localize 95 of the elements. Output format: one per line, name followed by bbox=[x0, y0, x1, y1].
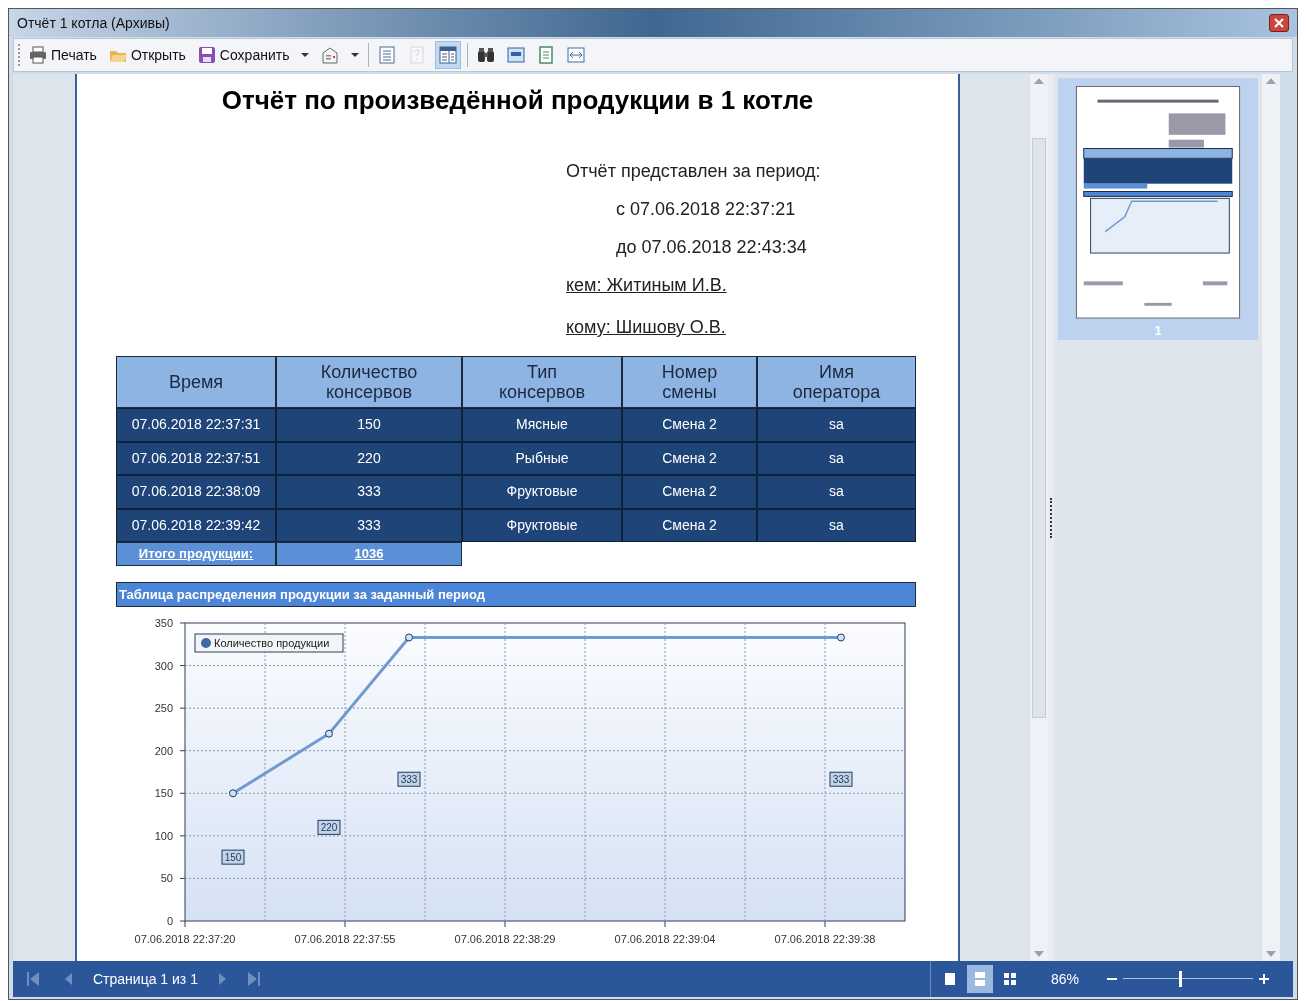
y-tick-label: 100 bbox=[154, 829, 173, 842]
table-cell: sa bbox=[757, 475, 916, 509]
recipient-text: кому: Шишову О.В. bbox=[566, 317, 726, 337]
table-cell: 150 bbox=[276, 408, 462, 442]
slider-thumb[interactable] bbox=[1178, 971, 1182, 987]
thumbnail-scrollbar[interactable] bbox=[1262, 74, 1280, 961]
table-cell: Рыбные bbox=[462, 441, 622, 475]
table-cell: sa bbox=[757, 408, 916, 442]
document-export-icon bbox=[321, 46, 340, 64]
toolbar-button[interactable] bbox=[435, 41, 462, 69]
data-label: 150 bbox=[221, 849, 245, 865]
table-cell: Смена 2 bbox=[622, 408, 757, 442]
y-tick-label: 300 bbox=[154, 659, 173, 672]
data-label: 333 bbox=[829, 771, 853, 787]
window-title: Отчёт 1 котла (Архивы) bbox=[17, 13, 170, 33]
scroll-down-icon[interactable] bbox=[1266, 951, 1276, 957]
data-point bbox=[325, 729, 333, 738]
close-icon bbox=[1274, 18, 1284, 28]
x-tick-label: 07.06.2018 22:37:55 bbox=[294, 933, 396, 945]
y-tick-label: 0 bbox=[166, 915, 173, 927]
table-cell: Смена 2 bbox=[622, 475, 757, 509]
table-cell: 07.06.2018 22:38:09 bbox=[116, 475, 276, 509]
first-page-icon bbox=[27, 972, 39, 986]
y-tick-label: 150 bbox=[154, 787, 173, 800]
period-start: с 07.06.2018 22:37:21 bbox=[616, 199, 796, 219]
table-cell: Фруктовые bbox=[462, 475, 622, 509]
column-header: Количество консервов bbox=[276, 356, 462, 408]
previous-page-icon bbox=[63, 972, 75, 986]
y-tick-label: 250 bbox=[154, 702, 173, 715]
period-end: до 07.06.2018 22:43:34 bbox=[616, 237, 807, 257]
report-title: Отчёт по произведённой продукции в 1 котле bbox=[220, 84, 815, 116]
close-button[interactable] bbox=[1269, 14, 1289, 32]
data-point bbox=[837, 633, 845, 642]
column-header: Тип консервов bbox=[462, 356, 622, 408]
table-cell: 220 bbox=[276, 441, 462, 475]
author-text: кем: Житиным И.В. bbox=[566, 275, 727, 295]
page-indicator: Страница 1 из 1 bbox=[93, 969, 198, 989]
data-point bbox=[229, 789, 237, 798]
table-cell: Фруктовые bbox=[462, 508, 622, 542]
table-cell: sa bbox=[757, 441, 916, 475]
single-page-icon bbox=[942, 972, 957, 986]
page-view-icon bbox=[507, 46, 526, 64]
data-point bbox=[405, 633, 413, 642]
scrollbar[interactable] bbox=[1030, 74, 1048, 961]
toolbar-button[interactable]: Печать bbox=[26, 41, 100, 69]
period-label: Отчёт представлен за период: bbox=[566, 161, 821, 181]
plus-icon bbox=[1259, 974, 1269, 984]
scrollbar-thumb[interactable] bbox=[1032, 138, 1046, 718]
page-number: 1 bbox=[1154, 321, 1162, 340]
zoom-slider[interactable] bbox=[1123, 971, 1253, 987]
page-portrait-icon bbox=[537, 46, 556, 64]
minus-icon bbox=[1107, 978, 1117, 980]
page-width-icon bbox=[567, 46, 586, 64]
y-tick-label: 350 bbox=[154, 617, 173, 629]
four-pages-icon bbox=[1002, 972, 1017, 986]
table-cell: sa bbox=[757, 508, 916, 542]
table-cell: Смена 2 bbox=[622, 441, 757, 475]
x-tick-label: 07.06.2018 22:38:29 bbox=[454, 933, 556, 945]
binoculars-icon bbox=[477, 46, 496, 64]
printer-icon bbox=[29, 46, 47, 64]
caret-icon bbox=[351, 53, 360, 57]
x-tick-label: 07.06.2018 22:39:04 bbox=[614, 933, 716, 945]
toolbar-button[interactable]: Открыть bbox=[105, 41, 189, 69]
column-header: Номер смены bbox=[622, 356, 757, 408]
data-label: 220 bbox=[317, 819, 341, 835]
total-value: 1036 bbox=[276, 542, 462, 566]
table-cell: 333 bbox=[276, 508, 462, 542]
y-tick-label: 200 bbox=[154, 744, 173, 757]
help-document-icon bbox=[408, 46, 427, 64]
table-cell: Мясные bbox=[462, 408, 622, 442]
column-header: Время bbox=[116, 356, 276, 408]
two-pages-icon bbox=[972, 972, 987, 986]
zoom-percent: 86% bbox=[1050, 969, 1079, 989]
table-cell: Смена 2 bbox=[622, 508, 757, 542]
x-tick-label: 07.06.2018 22:37:20 bbox=[134, 933, 236, 945]
chart-legend: Количество продукции bbox=[194, 633, 344, 653]
x-tick-label: 07.06.2018 22:39:38 bbox=[774, 933, 876, 945]
scroll-up-icon[interactable] bbox=[1034, 78, 1044, 84]
scroll-down-icon[interactable] bbox=[1034, 951, 1044, 957]
table-cell: 07.06.2018 22:39:42 bbox=[116, 508, 276, 542]
chart-title: Таблица распределения продукции за заданный период bbox=[116, 582, 916, 607]
caret-icon bbox=[301, 53, 310, 57]
view-mode-button[interactable] bbox=[966, 965, 993, 993]
total-label: Итого продукции: bbox=[116, 542, 276, 566]
last-page-icon bbox=[247, 972, 260, 986]
scroll-up-icon[interactable] bbox=[1266, 78, 1276, 84]
list-document-icon bbox=[378, 46, 397, 64]
table-cell: 07.06.2018 22:37:31 bbox=[116, 408, 276, 442]
column-header: Имя оператора bbox=[757, 356, 916, 408]
table-cell: 333 bbox=[276, 475, 462, 509]
data-label: 333 bbox=[397, 771, 421, 787]
y-tick-label: 50 bbox=[160, 872, 173, 885]
table-cell: 07.06.2018 22:37:51 bbox=[116, 441, 276, 475]
page-layout-icon bbox=[439, 46, 458, 64]
toolbar-button[interactable]: Сохранить bbox=[194, 41, 293, 69]
